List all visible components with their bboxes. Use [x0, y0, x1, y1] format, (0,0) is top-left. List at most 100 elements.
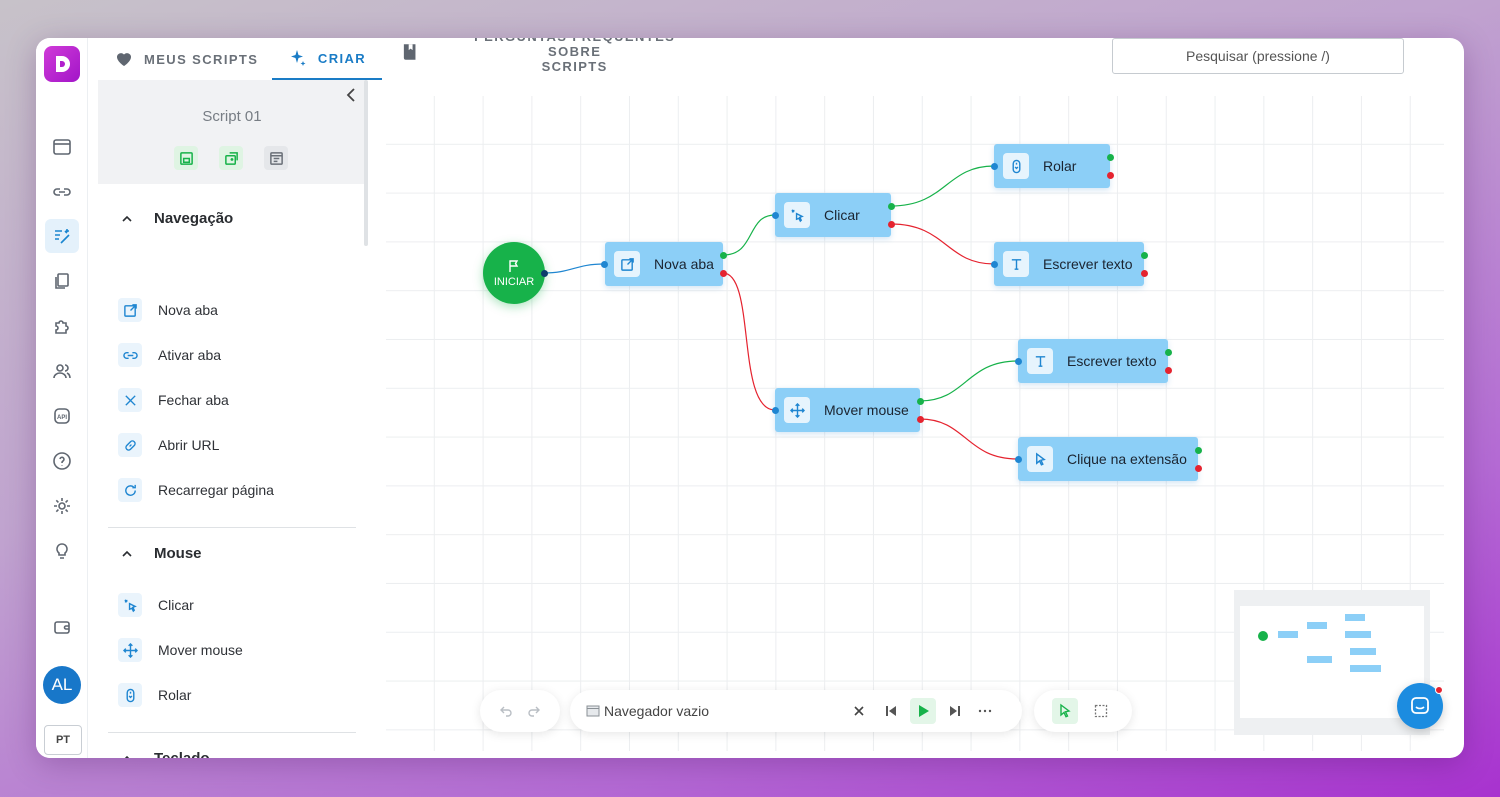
avatar[interactable]: AL [43, 666, 81, 704]
node-clicar[interactable]: Clicar [775, 193, 891, 237]
undo-button[interactable] [493, 698, 519, 724]
help-icon[interactable] [45, 444, 79, 478]
input-port[interactable] [772, 407, 779, 414]
move-icon [122, 642, 138, 658]
tab-criar[interactable]: CRIAR [272, 38, 382, 80]
api-icon[interactable]: API [45, 399, 79, 433]
area-select-button[interactable] [1088, 698, 1114, 724]
scroll-icon [1012, 159, 1020, 173]
divider [108, 732, 356, 733]
chain-link-icon [124, 439, 136, 451]
log-button[interactable] [264, 146, 288, 170]
node-escrever-texto[interactable]: Escrever texto [1018, 339, 1168, 383]
chevron-left-icon[interactable] [343, 86, 361, 104]
new-tab-icon [620, 257, 634, 271]
script-header: Script 01 [98, 80, 366, 184]
select-tool-button[interactable] [1052, 698, 1078, 724]
action-clicar[interactable]: Clicar [118, 592, 194, 618]
save-copy-icon [224, 151, 238, 165]
action-rolar[interactable]: Rolar [118, 682, 191, 708]
close-icon [854, 706, 864, 716]
action-recarregar-pagina[interactable]: Recarregar página [118, 477, 274, 503]
success-port[interactable] [917, 398, 924, 405]
app-logo[interactable] [44, 46, 80, 82]
action-mover-mouse[interactable]: Mover mouse [118, 637, 243, 663]
error-port[interactable] [1141, 270, 1148, 277]
link-icon[interactable] [45, 175, 79, 209]
input-port[interactable] [991, 163, 998, 170]
success-port[interactable] [1107, 154, 1114, 161]
action-nova-aba[interactable]: Nova aba [118, 297, 218, 323]
input-port[interactable] [1015, 456, 1022, 463]
error-port[interactable] [1195, 465, 1202, 472]
node-mover-mouse[interactable]: Mover mouse [775, 388, 920, 432]
language-selector[interactable]: PT [44, 725, 82, 755]
action-fechar-aba[interactable]: Fechar aba [118, 387, 229, 413]
error-port[interactable] [720, 270, 727, 277]
input-port[interactable] [601, 261, 608, 268]
save-as-button[interactable] [219, 146, 243, 170]
actions-panel: Script 01 Navegação Nova aba Ativar aba [98, 80, 368, 758]
wire-nova-aba-clicar [722, 214, 776, 256]
tab-faq[interactable]: PERGUNTAS FREQUENTES SOBRE SCRIPTS [400, 38, 700, 80]
search-input[interactable]: Pesquisar (pressione /) [1112, 38, 1404, 74]
skip-forward-icon [950, 706, 960, 716]
tab-meus-scripts[interactable]: MEUS SCRIPTS [114, 38, 264, 80]
wand-icon[interactable] [45, 219, 79, 253]
marquee-icon [1094, 704, 1108, 718]
success-port[interactable] [1195, 447, 1202, 454]
previous-step-button[interactable] [878, 698, 904, 724]
input-port[interactable] [991, 261, 998, 268]
next-step-button[interactable] [942, 698, 968, 724]
play-button[interactable] [910, 698, 936, 724]
success-port[interactable] [1165, 349, 1172, 356]
start-node[interactable]: INICIAR [483, 242, 545, 304]
redo-button[interactable] [521, 698, 547, 724]
error-port[interactable] [1165, 367, 1172, 374]
error-port[interactable] [1107, 172, 1114, 179]
error-port[interactable] [917, 416, 924, 423]
error-port[interactable] [888, 221, 895, 228]
copy-icon[interactable] [45, 264, 79, 298]
wire-mover-escrever [919, 360, 1019, 402]
tab-label: CRIAR [317, 50, 367, 66]
output-port[interactable] [541, 270, 548, 277]
section-mouse[interactable]: Mouse [120, 545, 202, 562]
redo-icon [528, 706, 540, 717]
skip-back-icon [886, 706, 896, 716]
success-port[interactable] [1141, 252, 1148, 259]
history-controls [480, 690, 560, 732]
wallet-icon[interactable] [45, 610, 79, 644]
node-clique-extensao[interactable]: Clique na extensão [1018, 437, 1198, 481]
action-ativar-aba[interactable]: Ativar aba [118, 342, 221, 368]
wire-start-nova-aba [543, 263, 605, 274]
action-abrir-url[interactable]: Abrir URL [118, 432, 219, 458]
input-port[interactable] [772, 212, 779, 219]
flag-icon [509, 259, 519, 272]
scrollbar[interactable] [364, 80, 368, 246]
save-button[interactable] [174, 146, 198, 170]
undo-icon [500, 706, 512, 717]
section-navegacao[interactable]: Navegação [120, 210, 233, 227]
lightbulb-icon[interactable] [45, 534, 79, 568]
success-port[interactable] [888, 203, 895, 210]
users-icon[interactable] [45, 354, 79, 388]
puzzle-icon[interactable] [45, 309, 79, 343]
section-teclado[interactable]: Teclado [120, 750, 210, 758]
browser-window-icon[interactable] [45, 130, 79, 164]
browser-status[interactable]: Navegador vazio [604, 703, 846, 719]
script-name[interactable]: Script 01 [98, 108, 366, 125]
more-button[interactable] [972, 698, 998, 724]
node-escrever-texto[interactable]: Escrever texto [994, 242, 1144, 286]
save-icon [179, 151, 193, 165]
success-port[interactable] [720, 252, 727, 259]
node-nova-aba[interactable]: Nova aba [605, 242, 723, 286]
text-icon [1011, 258, 1021, 270]
stop-button[interactable] [846, 698, 872, 724]
text-icon [1035, 355, 1045, 367]
settings-icon[interactable] [45, 489, 79, 523]
input-port[interactable] [1015, 358, 1022, 365]
close-icon [124, 394, 136, 406]
node-rolar[interactable]: Rolar [994, 144, 1110, 188]
new-tab-icon [123, 303, 137, 317]
